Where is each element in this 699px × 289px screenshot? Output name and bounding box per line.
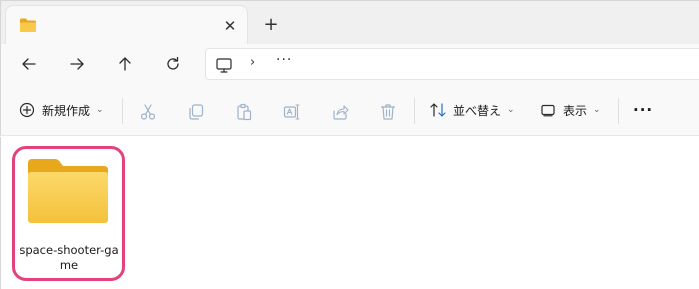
file-list-area[interactable]: space-shooter-game: [0, 137, 699, 289]
this-pc-icon[interactable]: [215, 56, 233, 74]
new-button-label: 新規作成: [42, 103, 91, 118]
navigation-bar: › ···: [0, 44, 699, 84]
back-button[interactable]: [15, 52, 43, 76]
plus-icon: +: [263, 13, 279, 35]
breadcrumb-chevron[interactable]: ›: [250, 55, 255, 70]
forward-button[interactable]: [63, 52, 91, 76]
sort-button-label: 並べ替え: [453, 103, 502, 118]
new-button[interactable]: 新規作成 ⌄: [19, 97, 104, 123]
view-button[interactable]: 表示 ⌄: [540, 97, 601, 123]
address-bar[interactable]: › ···: [205, 48, 699, 80]
back-arrow-icon: [22, 58, 36, 70]
refresh-button[interactable]: [159, 52, 187, 76]
copy-icon[interactable]: [187, 103, 205, 121]
close-icon: ✕: [223, 17, 237, 35]
toolbar-divider: [618, 98, 619, 124]
rename-icon[interactable]: [283, 103, 301, 121]
more-icon: ···: [633, 101, 654, 119]
see-more-button[interactable]: ···: [633, 97, 653, 123]
tab-current[interactable]: ✕: [5, 5, 248, 45]
new-icon: [19, 102, 35, 118]
cut-icon[interactable]: [139, 103, 157, 121]
folder-icon: [28, 159, 108, 223]
folder-icon: [20, 18, 36, 32]
up-arrow-icon: [119, 57, 131, 71]
view-icon: [541, 104, 555, 117]
folder-name: space-shooter-game: [19, 243, 119, 272]
up-button[interactable]: [111, 52, 139, 76]
sort-icon: [430, 103, 446, 117]
paste-icon[interactable]: [235, 103, 253, 121]
breadcrumb-overflow-button[interactable]: ···: [276, 52, 292, 68]
folder-item[interactable]: space-shooter-game: [12, 146, 125, 281]
share-icon[interactable]: [331, 103, 349, 121]
refresh-icon: [167, 56, 179, 70]
toolbar-divider: [414, 98, 415, 124]
new-tab-button[interactable]: +: [260, 13, 282, 35]
chevron-down-icon: ⌄: [96, 105, 104, 115]
close-tab-button[interactable]: ✕: [219, 15, 241, 37]
forward-arrow-icon: [70, 58, 84, 70]
chevron-down-icon: ⌄: [593, 105, 601, 115]
toolbar-divider: [122, 98, 123, 124]
chevron-down-icon: ⌄: [507, 105, 515, 115]
delete-icon[interactable]: [379, 103, 397, 121]
command-toolbar: 新規作成 ⌄ 並べ替え ⌄ 表示 ⌄ ···: [0, 84, 699, 136]
sort-button[interactable]: 並べ替え ⌄: [429, 97, 515, 123]
view-button-label: 表示: [563, 103, 588, 118]
tab-bar: ✕ +: [0, 0, 699, 45]
